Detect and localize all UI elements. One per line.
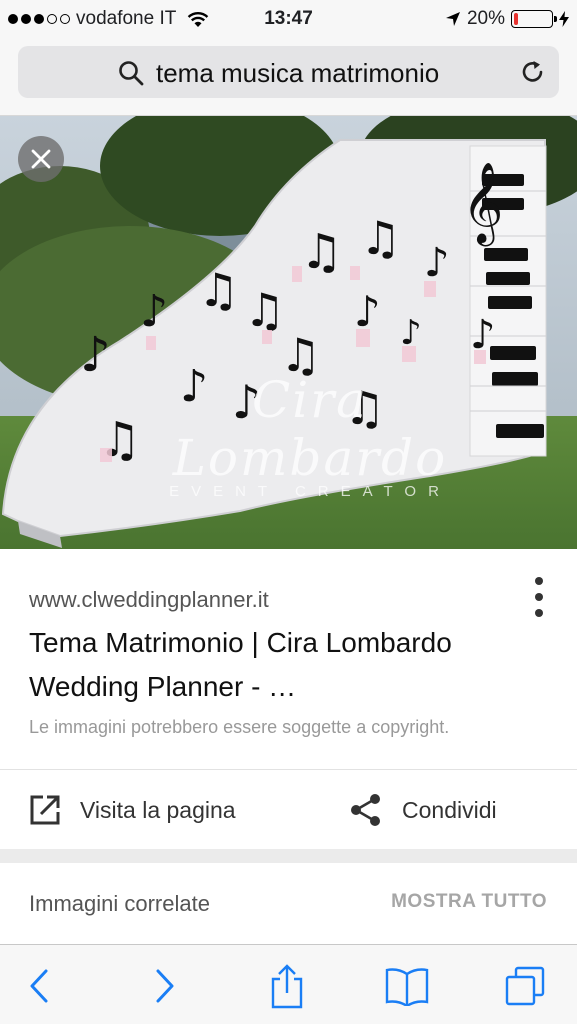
svg-text:𝄞: 𝄞 [462, 161, 503, 246]
back-icon [30, 969, 48, 1003]
forward-button[interactable] [142, 963, 188, 1009]
result-actions: Visita la pagina Condividi [0, 769, 577, 849]
svg-text:♪: ♪ [354, 287, 381, 336]
close-image-button[interactable] [18, 136, 64, 182]
status-bar: vodafone IT 13:47 20% [0, 0, 577, 38]
address-bar[interactable]: tema musica matrimonio [18, 46, 559, 98]
svg-text:♪: ♪ [232, 375, 261, 429]
reload-icon[interactable] [519, 58, 547, 86]
share-icon [351, 794, 380, 826]
open-external-icon [30, 795, 60, 825]
piano-photo: 𝄞 ♫ ♫ ♫ ♪ ♫ ♪ ♪ ♫ ♪ ♪ ♪ ♪ ♪ ♫ ♫ [0, 116, 577, 549]
result-title[interactable]: Tema Matrimonio | Cira Lombardo Wedding … [29, 621, 529, 709]
battery-level [514, 13, 518, 25]
result-image[interactable]: 𝄞 ♫ ♫ ♫ ♪ ♫ ♪ ♪ ♫ ♪ ♪ ♪ ♪ ♪ ♫ ♫ Cira Lom… [0, 116, 577, 549]
share-label: Condividi [402, 796, 497, 823]
forward-icon [156, 969, 174, 1003]
svg-text:♪: ♪ [180, 361, 208, 412]
source-url[interactable]: www.clweddingplanner.it [29, 587, 269, 613]
svg-text:♫: ♫ [344, 381, 385, 435]
browser-toolbar [0, 944, 577, 1024]
battery-percent: 20% [466, 8, 505, 29]
signal-strength-icon [8, 14, 70, 24]
carrier-name: vodafone IT [76, 8, 177, 29]
battery-icon [511, 10, 557, 28]
svg-text:♫: ♫ [280, 328, 321, 382]
visit-page-button[interactable]: Visita la pagina [28, 770, 236, 850]
share-icon [271, 964, 303, 1009]
svg-text:♫: ♫ [198, 263, 239, 317]
svg-text:♫: ♫ [300, 224, 343, 280]
bookmarks-icon [385, 968, 429, 1006]
search-icon [119, 61, 144, 86]
close-icon [31, 149, 51, 169]
location-arrow-icon [445, 12, 460, 26]
related-images-header: Immagini correlate MOSTRA TUTTO [0, 863, 577, 943]
back-button[interactable] [16, 963, 62, 1009]
svg-text:♪: ♪ [80, 327, 111, 383]
result-info: www.clweddingplanner.it Tema Matrimonio … [0, 549, 577, 769]
show-all-button[interactable]: MOSTRA TUTTO [391, 891, 547, 913]
charging-bolt-icon [559, 11, 569, 27]
share-button[interactable]: Condividi [348, 770, 497, 850]
status-right: 20% [445, 8, 569, 30]
tabs-button[interactable] [502, 963, 548, 1009]
svg-text:♪: ♪ [424, 240, 450, 286]
bookmarks-button[interactable] [384, 963, 430, 1009]
share-page-button[interactable] [264, 963, 310, 1009]
more-vert-icon[interactable] [531, 577, 547, 617]
svg-text:♫: ♫ [360, 211, 401, 265]
search-query[interactable]: tema musica matrimonio [156, 58, 439, 89]
visit-page-label: Visita la pagina [80, 796, 236, 823]
section-divider [0, 849, 577, 863]
related-images-title: Immagini correlate [29, 891, 210, 916]
status-left: vodafone IT [8, 8, 210, 30]
wifi-icon [188, 12, 209, 27]
address-bar-area: tema musica matrimonio [0, 38, 577, 116]
svg-text:♪: ♪ [140, 286, 168, 337]
copyright-notice: Le immagini potrebbero essere soggette a… [29, 717, 450, 737]
tabs-icon [505, 966, 545, 1006]
